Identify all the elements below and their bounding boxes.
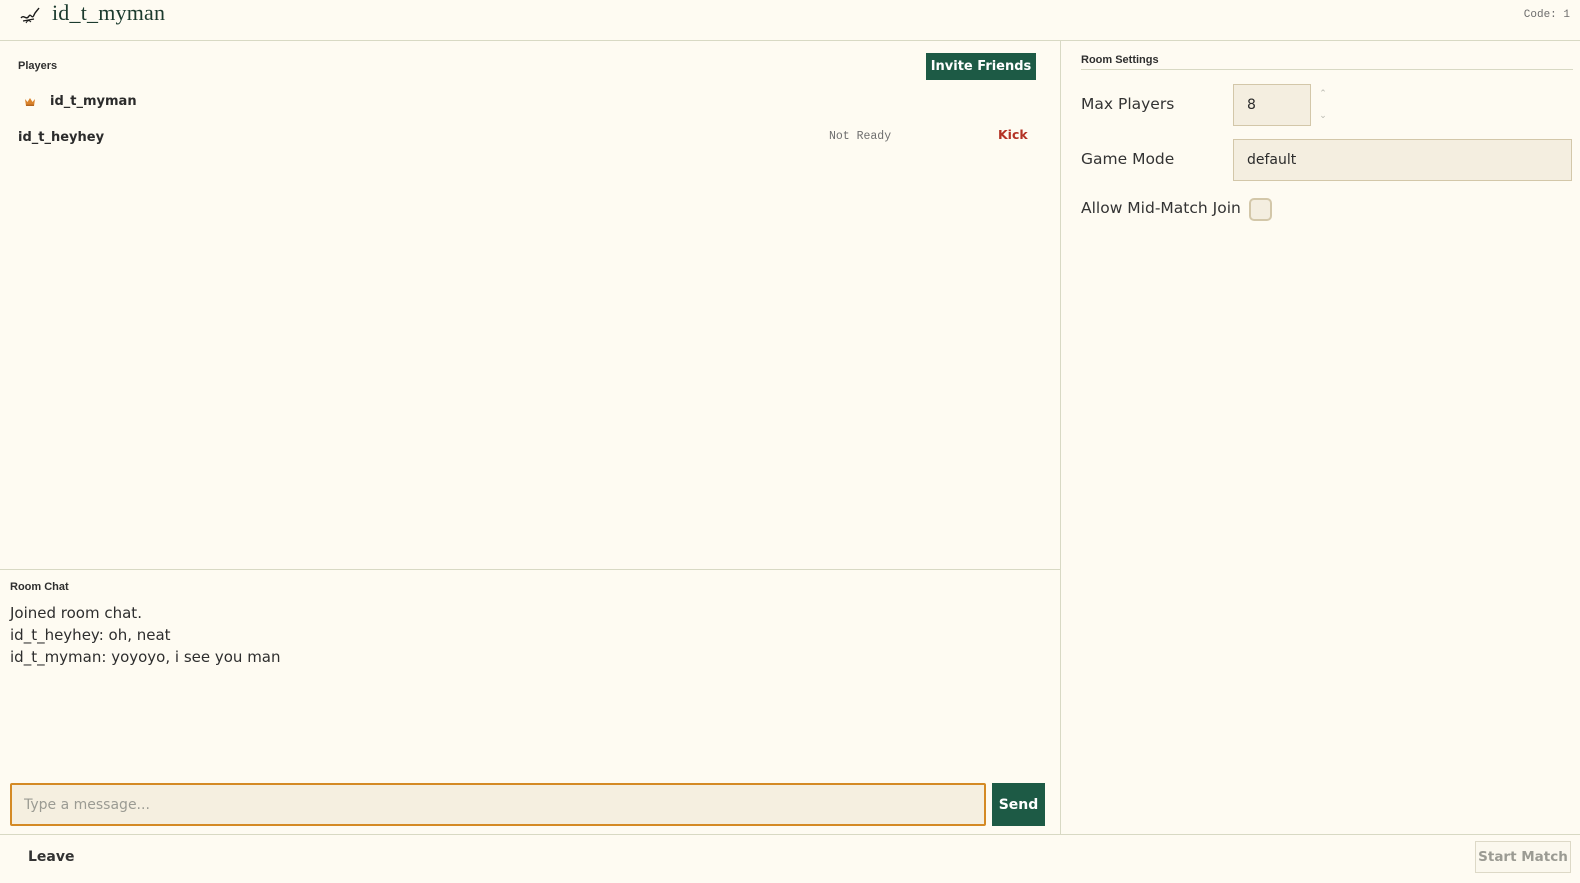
chat-message-input[interactable]	[10, 783, 986, 826]
chat-messages: Joined room chat. id_t_heyhey: oh, neat …	[10, 602, 281, 668]
main-panel: Players Invite Friends id_t_myman id_t_h…	[0, 41, 1061, 834]
start-match-button[interactable]: Start Match	[1475, 841, 1571, 873]
signature-logo-icon	[20, 7, 40, 24]
kick-button[interactable]: Kick	[998, 127, 1028, 142]
allow-mid-match-label: Allow Mid-Match Join	[1081, 199, 1241, 217]
header: id_t_myman Code: 1	[0, 0, 1580, 41]
ready-status: Not Ready	[829, 130, 892, 143]
chat-message: Joined room chat.	[10, 604, 142, 622]
crown-icon	[25, 98, 35, 106]
room-title: id_t_myman	[52, 0, 166, 25]
player-row: id_t_heyhey Not Ready Kick	[0, 126, 1060, 150]
player-name: id_t_myman	[50, 94, 137, 109]
room-code: Code: 1	[1523, 9, 1570, 21]
game-mode-input[interactable]: default	[1233, 139, 1572, 181]
increment-icon[interactable]: ⌃	[1318, 88, 1328, 98]
chat-label: Room Chat	[10, 581, 69, 593]
footer: Leave Start Match	[0, 834, 1580, 883]
invite-friends-button[interactable]: Invite Friends	[926, 53, 1036, 80]
room-settings-panel: Room Settings Max Players 8 ⌃ ⌄ Game Mod…	[1062, 41, 1580, 834]
settings-title: Room Settings	[1081, 54, 1573, 70]
max-players-label: Max Players	[1081, 95, 1175, 113]
player-name: id_t_heyhey	[18, 130, 105, 145]
max-players-input[interactable]: 8	[1233, 84, 1311, 126]
send-button[interactable]: Send	[992, 783, 1045, 826]
game-mode-label: Game Mode	[1081, 150, 1175, 168]
player-row-host: id_t_myman	[0, 91, 1060, 115]
players-label: Players	[18, 60, 58, 72]
leave-button[interactable]: Leave	[28, 849, 74, 865]
lobby-screen: id_t_myman Code: 1 Players Invite Friend…	[0, 0, 1580, 883]
chat-message: id_t_myman: yoyoyo, i see you man	[10, 648, 281, 666]
chat-message: id_t_heyhey: oh, neat	[10, 626, 171, 644]
decrement-icon[interactable]: ⌄	[1318, 110, 1328, 120]
allow-mid-match-checkbox[interactable]	[1249, 198, 1272, 221]
chat-panel: Room Chat Joined room chat. id_t_heyhey:…	[0, 571, 1060, 834]
players-panel: Players Invite Friends id_t_myman id_t_h…	[0, 41, 1060, 570]
